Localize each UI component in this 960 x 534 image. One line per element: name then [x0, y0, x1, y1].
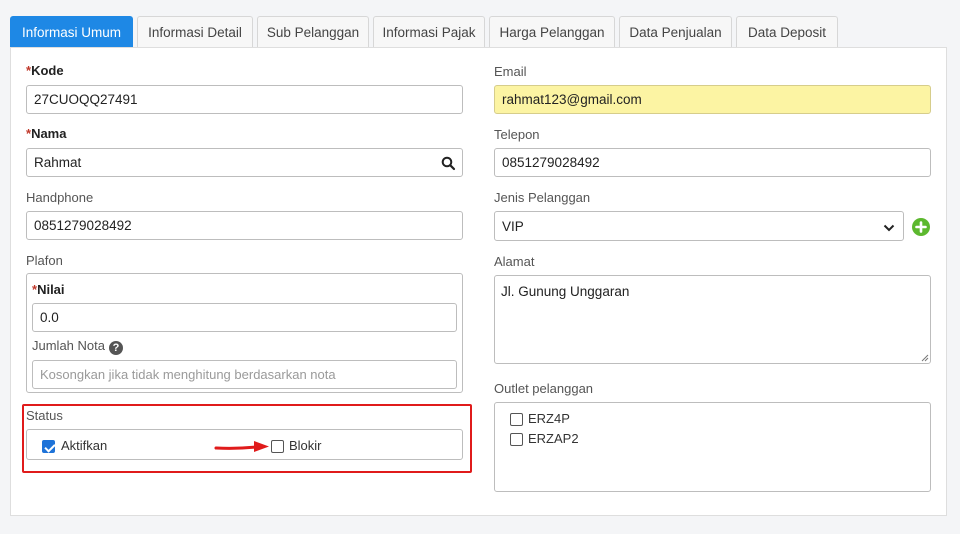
tab-data-deposit[interactable]: Data Deposit: [736, 16, 838, 48]
kode-label: *Kode: [26, 63, 64, 78]
handphone-label: Handphone: [26, 190, 94, 205]
plus-icon: [915, 221, 927, 233]
jumlah-nota-field[interactable]: Kosongkan jika tidak menghitung berdasar…: [32, 360, 457, 389]
nama-field[interactable]: Rahmat: [26, 148, 463, 177]
tab-harga-pelanggan[interactable]: Harga Pelanggan: [489, 16, 615, 48]
help-icon[interactable]: ?: [108, 341, 123, 355]
outlet-label: Outlet pelanggan: [494, 381, 594, 396]
tab-data-penjualan[interactable]: Data Penjualan: [619, 16, 732, 48]
nilai-label: *Nilai: [32, 282, 65, 297]
telepon-label: Telepon: [494, 127, 540, 142]
tab-informasi-umum[interactable]: Informasi Umum: [10, 16, 133, 48]
search-icon[interactable]: [441, 156, 456, 171]
outlet-erz4p-label: ERZ4P: [528, 411, 570, 426]
outlet-erz4p-checkbox[interactable]: [510, 413, 523, 426]
outlet-erzap2-checkbox[interactable]: [510, 433, 523, 446]
nama-label: *Nama: [26, 126, 67, 141]
email-field[interactable]: rahmat123@gmail.com: [494, 85, 931, 114]
tab-informasi-detail[interactable]: Informasi Detail: [137, 16, 253, 48]
tab-informasi-pajak[interactable]: Informasi Pajak: [373, 16, 485, 48]
outlet-erzap2-label: ERZAP2: [528, 431, 579, 446]
jenis-pelanggan-select[interactable]: VIP: [494, 211, 904, 241]
add-jenis-pelanggan-button[interactable]: [912, 218, 930, 236]
chevron-down-icon: [883, 221, 895, 236]
jenis-pelanggan-label: Jenis Pelanggan: [494, 190, 591, 205]
plafon-label: Plafon: [26, 253, 63, 268]
status-highlight-box: [22, 404, 472, 473]
nilai-field[interactable]: 0.0: [32, 303, 457, 332]
resize-handle[interactable]: [920, 353, 929, 362]
kode-field[interactable]: 27CUOQQ27491: [26, 85, 463, 114]
telepon-field[interactable]: 0851279028492: [494, 148, 931, 177]
jumlah-nota-label: Jumlah Nota?: [32, 338, 123, 355]
tab-sub-pelanggan[interactable]: Sub Pelanggan: [257, 16, 369, 48]
alamat-label: Alamat: [494, 254, 535, 269]
handphone-field[interactable]: 0851279028492: [26, 211, 463, 240]
alamat-textarea[interactable]: Jl. Gunung Unggaran: [494, 275, 931, 364]
email-label: Email: [494, 64, 527, 79]
arrow-annotation: [214, 441, 269, 452]
